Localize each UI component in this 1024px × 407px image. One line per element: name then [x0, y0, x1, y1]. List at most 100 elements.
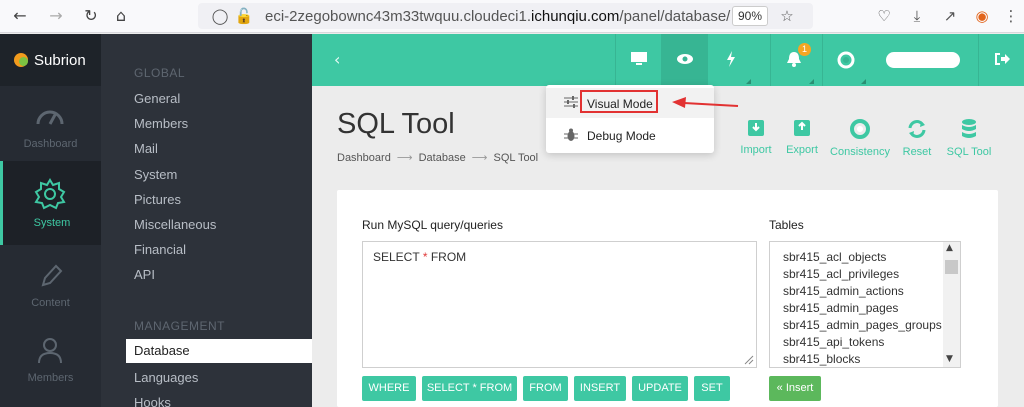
pencil-icon	[41, 264, 63, 287]
dropdown-corner-icon	[861, 79, 866, 84]
table-option[interactable]: sbr415_admin_pages_groups	[783, 317, 942, 334]
dropdown-corner-icon	[809, 79, 814, 84]
resize-grip-icon[interactable]	[742, 353, 754, 365]
import-icon	[748, 120, 764, 136]
consistency-button[interactable]: Consistency	[829, 118, 891, 158]
reset-label: Reset	[902, 146, 932, 158]
logo-mark-icon	[14, 53, 28, 67]
sidebar-item-dashboard[interactable]: Dashboard	[0, 86, 101, 161]
shield-icon[interactable]: ◯	[210, 6, 230, 26]
update-button[interactable]: UPDATE	[632, 376, 688, 401]
menu-item-financial[interactable]: Financial	[134, 242, 186, 257]
notification-badge: 1	[798, 43, 811, 56]
sidebar-item-system[interactable]: System	[0, 161, 101, 245]
query-label: Run MySQL query/queries	[362, 218, 503, 232]
breadcrumb-arrow-icon: ⟶	[471, 151, 488, 164]
user-icon	[38, 338, 62, 364]
collapse-chevron-icon[interactable]: ‹	[334, 50, 340, 69]
eye-icon	[677, 54, 693, 64]
menu-item-api[interactable]: API	[134, 267, 155, 282]
download-icon[interactable]: ⤓	[907, 6, 927, 26]
home-icon[interactable]: ⌂	[110, 5, 132, 27]
logo[interactable]: Subrion	[0, 34, 101, 86]
breadcrumb-dashboard[interactable]: Dashboard	[337, 152, 391, 164]
menu-item-pictures[interactable]: Pictures	[134, 192, 181, 207]
pocket-icon[interactable]: ♡	[874, 6, 894, 26]
export-icon	[794, 120, 810, 136]
monitor-button[interactable]	[615, 34, 661, 86]
breadcrumb: Dashboard ⟶ Database ⟶ SQL Tool	[337, 151, 538, 164]
import-label: Import	[740, 144, 772, 156]
consistency-label: Consistency	[830, 146, 890, 158]
debug-mode-label: Debug Mode	[587, 129, 656, 143]
scroll-thumb[interactable]	[945, 260, 958, 274]
sidebar-item-label: Members	[27, 372, 74, 384]
secondary-menu: GLOBAL General Members Mail System Pictu…	[101, 34, 312, 407]
table-option[interactable]: sbr415_blocks	[783, 351, 942, 367]
breadcrumb-sql-tool: SQL Tool	[493, 152, 539, 164]
view-mode-button[interactable]	[661, 34, 707, 86]
gauge-icon	[36, 110, 64, 125]
sidebar-item-members[interactable]: Members	[0, 320, 101, 395]
tables-scrollbar[interactable]: ▲ ▼	[943, 242, 960, 367]
reset-button[interactable]: Reset	[900, 118, 934, 158]
query-text-end: FROM	[427, 250, 467, 264]
menu-heading-global: GLOBAL	[134, 66, 186, 80]
menu-item-database[interactable]: Database	[126, 339, 312, 363]
where-button[interactable]: WHERE	[362, 376, 416, 401]
debug-mode-item[interactable]: Debug Mode	[546, 120, 714, 150]
support-button[interactable]	[822, 34, 868, 86]
menu-item-members[interactable]: Members	[134, 116, 188, 131]
insert-table-button[interactable]: « Insert	[769, 376, 821, 401]
table-option[interactable]: sbr415_acl_objects	[783, 249, 942, 266]
user-menu[interactable]	[886, 52, 960, 68]
gear-icon	[34, 178, 66, 210]
scroll-down-icon[interactable]: ▼	[946, 354, 953, 364]
menu-item-hooks[interactable]: Hooks	[134, 395, 171, 407]
annotation-arrow-icon	[672, 97, 739, 108]
share-icon[interactable]: ↗	[940, 6, 960, 26]
breadcrumb-database[interactable]: Database	[419, 152, 466, 164]
insert-keyword-button[interactable]: INSERT	[574, 376, 626, 401]
table-option[interactable]: sbr415_acl_privileges	[783, 266, 942, 283]
export-button[interactable]: Export	[784, 118, 820, 156]
query-text-start: SELECT	[373, 250, 423, 264]
quick-actions-button[interactable]	[707, 34, 753, 86]
menu-item-system[interactable]: System	[134, 167, 177, 182]
export-label: Export	[786, 144, 818, 156]
set-button[interactable]: SET	[694, 376, 730, 401]
import-button[interactable]: Import	[737, 118, 775, 156]
menu-item-general[interactable]: General	[134, 91, 180, 106]
table-option[interactable]: sbr415_admin_actions	[783, 283, 942, 300]
bolt-icon	[727, 51, 735, 67]
select-from-button[interactable]: SELECT * FROM	[422, 376, 517, 401]
forward-icon[interactable]: →	[45, 5, 67, 27]
top-toolbar: ‹ 1	[312, 34, 1024, 86]
tables-listbox[interactable]: sbr415_acl_objects sbr415_acl_privileges…	[769, 241, 961, 368]
scroll-up-icon[interactable]: ▲	[946, 243, 953, 253]
menu-item-languages[interactable]: Languages	[134, 370, 198, 385]
table-option[interactable]: sbr415_api_tokens	[783, 334, 942, 351]
sql-tool-button[interactable]: SQL Tool	[943, 118, 995, 158]
sql-query-textarea[interactable]: SELECT * FROM	[362, 241, 757, 368]
highlight-box	[580, 90, 658, 113]
extension-icon[interactable]: ◉	[972, 6, 992, 26]
insecure-lock-icon[interactable]: 🔓	[234, 6, 254, 26]
brand-name: Subrion	[34, 52, 86, 69]
tables-list: sbr415_acl_objects sbr415_acl_privileges…	[783, 249, 942, 367]
menu-item-mail[interactable]: Mail	[134, 141, 158, 156]
refresh-icon	[908, 120, 926, 138]
from-button[interactable]: FROM	[523, 376, 568, 401]
menu-item-miscellaneous[interactable]: Miscellaneous	[134, 217, 216, 232]
sidebar-item-content[interactable]: Content	[0, 245, 101, 320]
table-option[interactable]: sbr415_admin_pages	[783, 300, 942, 317]
logout-button[interactable]	[978, 34, 1024, 86]
reload-icon[interactable]: ↻	[80, 5, 102, 27]
menu-icon[interactable]: ⋮	[1001, 6, 1021, 26]
tables-label: Tables	[769, 218, 804, 232]
back-icon[interactable]: ←	[9, 5, 31, 27]
zoom-level[interactable]: 90%	[732, 6, 768, 26]
page-title: SQL Tool	[337, 108, 455, 140]
notifications-button[interactable]: 1	[770, 34, 816, 86]
bookmark-star-icon[interactable]: ☆	[777, 6, 797, 26]
